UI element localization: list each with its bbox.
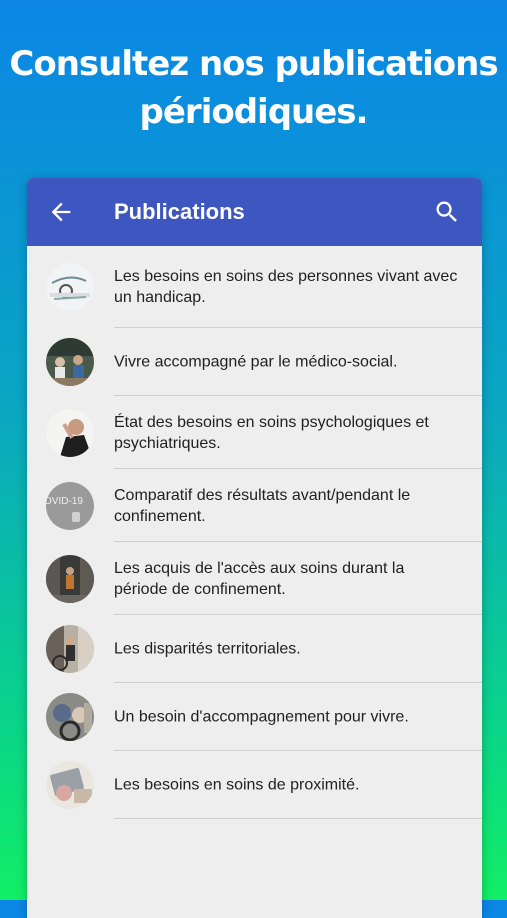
publication-thumbnail: OVID-19 xyxy=(46,481,94,530)
promo-headline-line2: périodiques. xyxy=(139,92,369,132)
publication-thumbnail xyxy=(46,693,94,741)
back-button[interactable] xyxy=(47,198,75,226)
list-item[interactable]: Un besoin d'accompagnement pour vivre. xyxy=(27,683,482,751)
search-icon xyxy=(436,201,457,222)
publication-title: Les disparités territoriales. xyxy=(114,640,301,658)
list-item[interactable]: Les disparités territoriales. xyxy=(27,615,482,683)
list-item[interactable]: OVID-19 Comparatif des résultats avant/p… xyxy=(27,469,482,542)
app-bar: Publications xyxy=(27,178,482,246)
divider xyxy=(114,818,482,819)
arrow-left-icon xyxy=(51,202,71,222)
list-item[interactable]: État des besoins en soins psychologiques… xyxy=(27,396,482,469)
search-button[interactable] xyxy=(433,198,461,226)
publication-title: Les acquis de l'accès aux soins durant l… xyxy=(114,559,405,598)
publication-thumbnail xyxy=(46,408,94,457)
publication-title: Un besoin d'accompagnement pour vivre. xyxy=(114,708,409,726)
thumbnail-text: OVID-19 xyxy=(46,496,83,507)
publication-title: État des besoins en soins psychologiques… xyxy=(114,413,429,452)
promo-headline: Consultez nos publications périodiques. xyxy=(0,40,507,136)
publication-list: Les besoins en soins des personnes vivan… xyxy=(27,246,482,819)
list-item[interactable]: Les besoins en soins des personnes vivan… xyxy=(27,246,482,328)
list-item[interactable]: Vivre accompagné par le médico-social. xyxy=(27,328,482,396)
list-item[interactable]: Les besoins en soins de proximité. xyxy=(27,751,482,819)
page-title: Publications xyxy=(114,199,245,224)
publication-title: Comparatif des résultats avant/pendant l… xyxy=(114,486,411,525)
app-screen: Publications Les besoins en soins des pe… xyxy=(27,178,482,918)
publication-thumbnail xyxy=(46,263,94,311)
publication-thumbnail xyxy=(46,554,94,603)
list-item[interactable]: Les acquis de l'accès aux soins durant l… xyxy=(27,542,482,615)
promo-headline-line1: Consultez nos publications xyxy=(9,44,498,84)
publication-thumbnail xyxy=(46,761,94,809)
publication-title: Les besoins en soins de proximité. xyxy=(114,776,360,794)
publication-title: Les besoins en soins des personnes vivan… xyxy=(114,268,458,306)
publication-thumbnail xyxy=(46,338,94,386)
publication-title: Vivre accompagné par le médico-social. xyxy=(114,353,398,371)
publication-thumbnail xyxy=(46,625,94,673)
